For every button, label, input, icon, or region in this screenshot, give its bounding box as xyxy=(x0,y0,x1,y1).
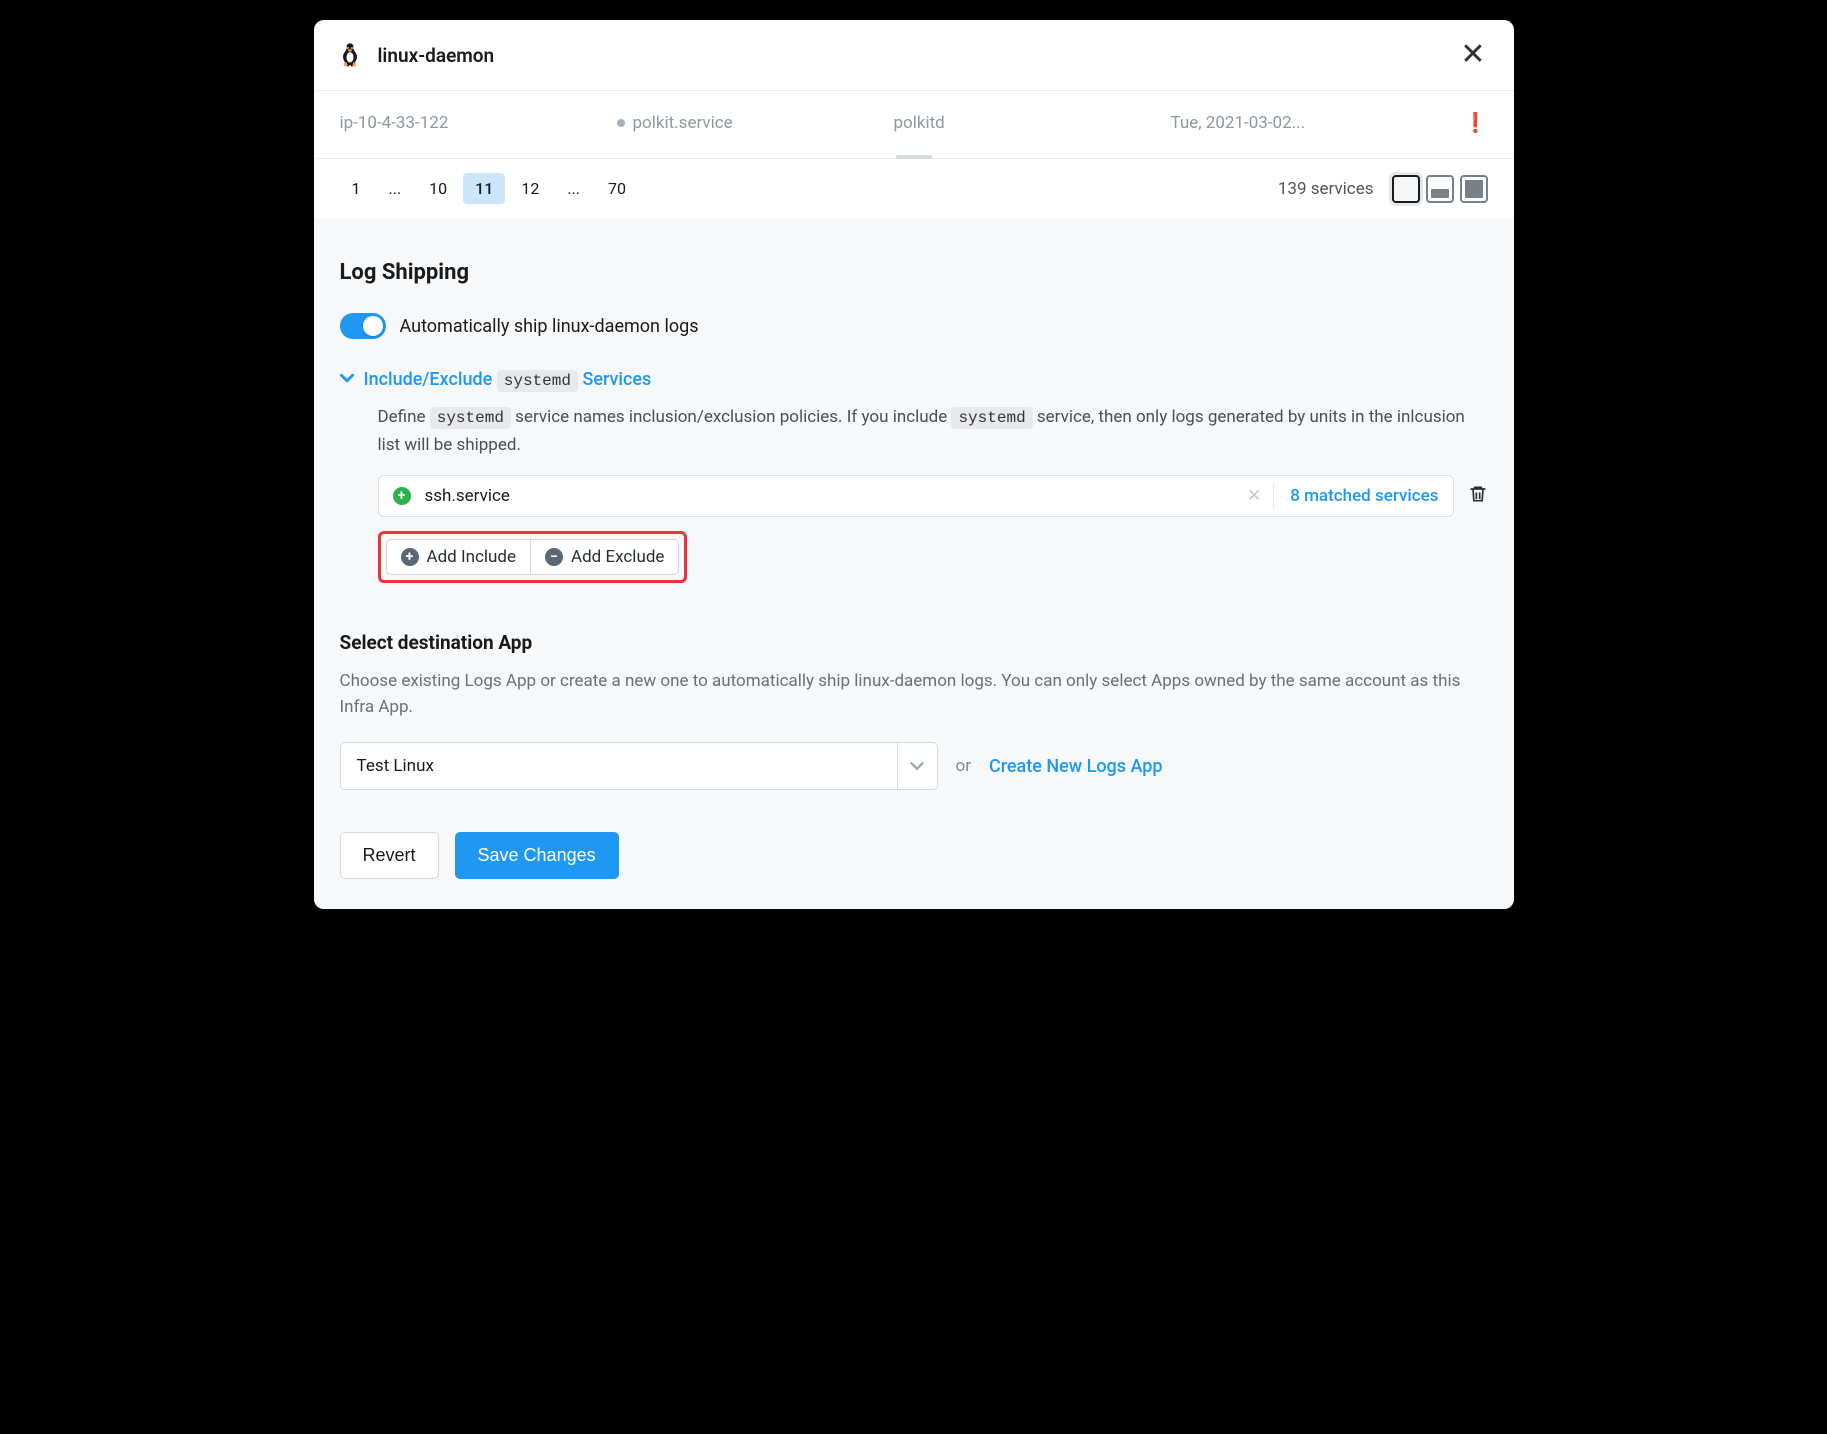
layout-empty-icon[interactable] xyxy=(1392,175,1420,203)
systemd-chip: systemd xyxy=(497,370,578,392)
info-date: Tue, 2021-03-02... xyxy=(1171,113,1448,133)
page-ellipsis: ... xyxy=(377,173,414,204)
layout-switcher xyxy=(1392,175,1488,203)
info-process: polkitd xyxy=(894,113,1171,133)
collapse-body: Define systemd service names inclusion/e… xyxy=(378,404,1488,583)
page-11-active[interactable]: 11 xyxy=(463,173,505,204)
destination-row: Test Linux or Create New Logs App xyxy=(340,742,1488,790)
add-exclude-button[interactable]: − Add Exclude xyxy=(530,539,679,575)
modal-title: linux-daemon xyxy=(378,44,495,67)
include-exclude-collapse[interactable]: Include/Exclude systemd Services xyxy=(340,369,1488,390)
add-exclude-label: Add Exclude xyxy=(571,547,664,567)
divider xyxy=(1273,483,1274,509)
pagination-bar: 1 ... 10 11 12 ... 70 139 services xyxy=(314,159,1514,218)
collapse-prefix: Include/Exclude xyxy=(364,369,493,390)
info-host: ip-10-4-33-122 xyxy=(340,113,617,133)
add-include-label: Add Include xyxy=(427,547,517,567)
info-row: ip-10-4-33-122 polkit.service polkitd Tu… xyxy=(314,91,1514,159)
destination-section: Select destination App Choose existing L… xyxy=(340,631,1488,880)
pagination: 1 ... 10 11 12 ... 70 xyxy=(340,173,638,204)
add-filter-button-group: + Add Include − Add Exclude xyxy=(378,531,688,583)
linux-icon xyxy=(336,41,364,69)
status-dot-icon xyxy=(617,119,625,127)
close-button[interactable]: ✕ xyxy=(1458,38,1487,72)
add-include-button[interactable]: + Add Include xyxy=(386,539,531,575)
content-area: Log Shipping Automatically ship linux-da… xyxy=(314,218,1514,909)
log-shipping-title: Log Shipping xyxy=(340,260,1488,285)
modal-dialog: linux-daemon ✕ ip-10-4-33-122 polkit.ser… xyxy=(314,20,1514,909)
destination-select[interactable]: Test Linux xyxy=(340,742,938,790)
page-12[interactable]: 12 xyxy=(509,173,551,204)
destination-selected-value: Test Linux xyxy=(341,756,897,776)
auto-ship-label: Automatically ship linux-daemon logs xyxy=(400,316,699,337)
header-left: linux-daemon xyxy=(336,41,495,69)
filter-input[interactable]: ssh.service xyxy=(425,486,1235,506)
layout-half-icon[interactable] xyxy=(1426,175,1454,203)
layout-full-icon[interactable] xyxy=(1460,175,1488,203)
collapse-suffix: Services xyxy=(582,369,651,390)
page-1[interactable]: 1 xyxy=(340,173,373,204)
matched-services-link[interactable]: 8 matched services xyxy=(1276,486,1438,506)
alert-icon: ❗ xyxy=(1448,111,1488,134)
revert-button[interactable]: Revert xyxy=(340,832,439,879)
chevron-down-icon xyxy=(340,371,354,389)
destination-title: Select destination App xyxy=(340,631,1488,654)
auto-ship-toggle-row: Automatically ship linux-daemon logs xyxy=(340,313,1488,339)
services-count: 139 services xyxy=(1278,179,1374,199)
destination-desc: Choose existing Logs App or create a new… xyxy=(340,668,1488,721)
chevron-down-icon[interactable] xyxy=(897,743,937,789)
include-exclude-desc: Define systemd service names inclusion/e… xyxy=(378,404,1488,459)
page-70[interactable]: 70 xyxy=(596,173,638,204)
auto-ship-toggle[interactable] xyxy=(340,313,386,339)
systemd-chip: systemd xyxy=(430,407,511,429)
info-service-name: polkit.service xyxy=(633,113,733,133)
or-text: or xyxy=(956,756,971,776)
filter-row: + ssh.service ✕ 8 matched services xyxy=(378,475,1488,517)
create-new-app-link[interactable]: Create New Logs App xyxy=(989,756,1163,777)
save-changes-button[interactable]: Save Changes xyxy=(455,832,619,879)
modal-header: linux-daemon ✕ xyxy=(314,20,1514,91)
collapse-title: Include/Exclude systemd Services xyxy=(364,369,652,390)
page-ellipsis: ... xyxy=(555,173,592,204)
include-plus-icon: + xyxy=(393,487,411,505)
trash-icon[interactable] xyxy=(1468,484,1488,508)
clear-filter-icon[interactable]: ✕ xyxy=(1235,486,1273,506)
plus-icon: + xyxy=(401,548,419,566)
pagination-right: 139 services xyxy=(1278,175,1488,203)
info-service: polkit.service xyxy=(617,113,894,133)
action-buttons: Revert Save Changes xyxy=(340,832,1488,879)
page-10[interactable]: 10 xyxy=(417,173,459,204)
filter-input-wrap: + ssh.service ✕ 8 matched services xyxy=(378,475,1454,517)
minus-icon: − xyxy=(545,548,563,566)
systemd-chip: systemd xyxy=(951,407,1032,429)
